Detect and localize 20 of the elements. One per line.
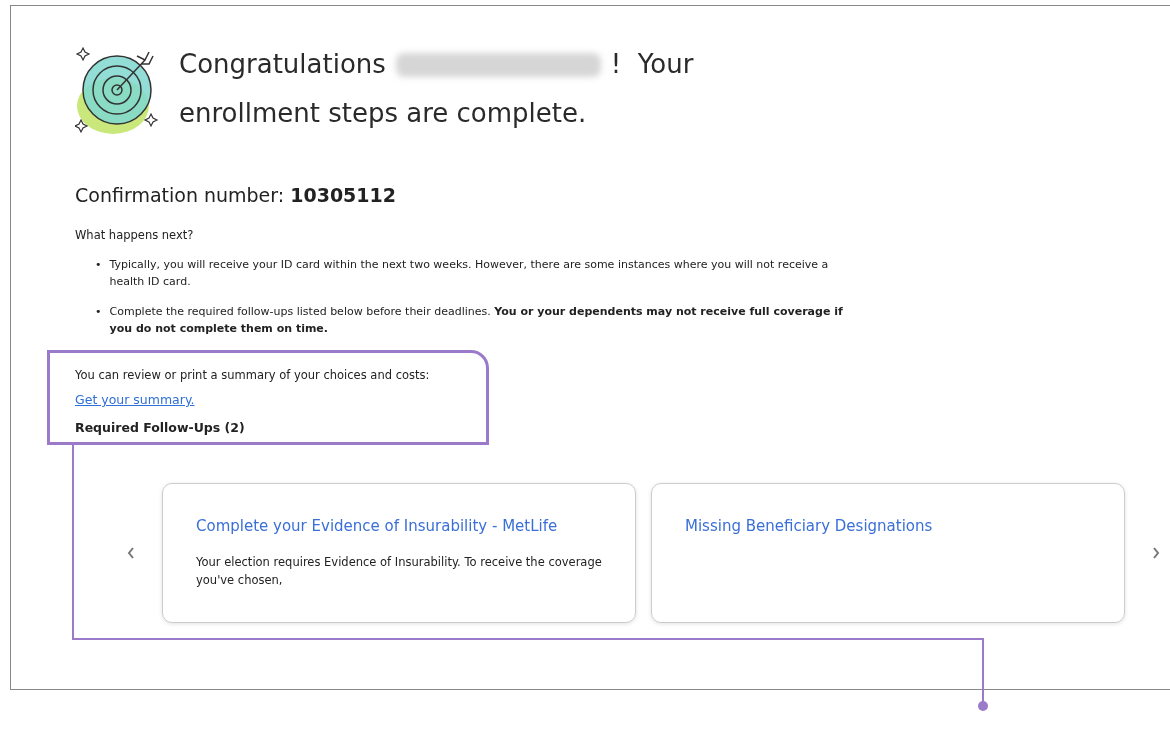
follow-up-card[interactable]: Complete your Evidence of Insurability - MetLife Your election requires Evidence of Insurability. To receive the coverage you've chosen, <box>162 483 636 623</box>
chevron-right-icon[interactable] <box>1152 547 1160 559</box>
bullet-text: Complete the required follow-ups listed below before their deadlines. You or your dependents may not receive full coverage if you do not complete them on time. <box>109 304 844 337</box>
section-heading: Required Follow-Ups (2) <box>75 420 246 435</box>
card-title-link[interactable]: Missing Beneficiary Designations <box>685 517 933 535</box>
follow-up-card[interactable]: Missing Beneficiary Designations <box>651 483 1125 623</box>
summary-text: You can review or print a summary of your choices and costs: <box>75 368 431 382</box>
summary-link[interactable]: Get your summary. <box>75 392 195 407</box>
heading-text: Congratulations <box>179 48 386 81</box>
heading-text: ! Your <box>610 48 694 81</box>
bullet-text: Typically, you will receive your ID card within the next two weeks. However, there are some instances where you will not receive a health ID card. <box>109 257 830 290</box>
heading-text: enrollment steps are complete. <box>179 97 587 130</box>
confirmation-number: 10305112 <box>290 184 396 206</box>
confirmation-label: Confirmation number: <box>75 184 285 206</box>
bullet-marker: • <box>95 257 102 273</box>
section-label: What happens next? <box>75 228 195 242</box>
card-text: Your election requires Evidence of Insurability. To receive the coverage you've chosen, <box>196 554 603 589</box>
bullet-marker: • <box>95 304 102 320</box>
card-title-link[interactable]: Complete your Evidence of Insurability - MetLife <box>196 517 558 535</box>
chevron-left-icon[interactable] <box>127 547 135 559</box>
